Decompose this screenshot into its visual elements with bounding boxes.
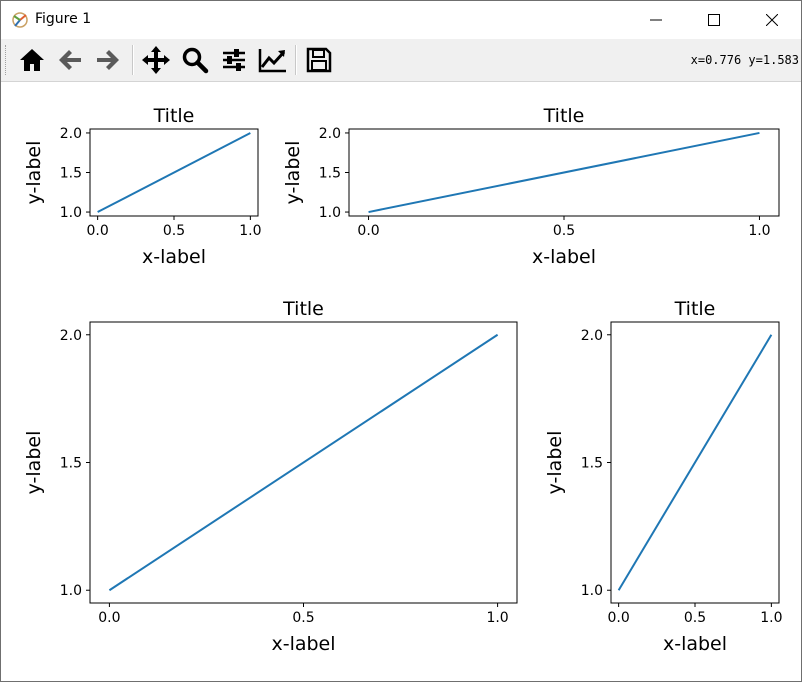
y-tick-label: 1.5	[319, 166, 341, 182]
y-tick-label: 1.0	[319, 205, 341, 221]
pan-button[interactable]	[139, 43, 173, 77]
figure-canvas[interactable]: 0.0 0.5 1.0 1.0 1.5 2.0 Title x-label y-label 0.0…	[1, 82, 801, 681]
maximize-button[interactable]	[685, 1, 743, 39]
home-button[interactable]	[15, 43, 49, 77]
y-tick-label: 1.5	[60, 456, 82, 472]
x-axis-label: x-label	[663, 633, 727, 655]
toolbar-grip	[5, 45, 9, 75]
x-tick-label: 0.0	[608, 610, 630, 626]
y-tick-label: 2.0	[581, 328, 603, 344]
axes-title: Title	[674, 298, 716, 320]
x-tick-label: 0.5	[292, 610, 314, 626]
matplotlib-logo-icon	[12, 12, 28, 28]
y-axis-label: y-label	[23, 431, 45, 495]
axes-title: Title	[282, 298, 324, 320]
y-axis-label: y-label	[544, 431, 566, 495]
back-button[interactable]	[53, 43, 87, 77]
navigation-toolbar: x=0.776 y=1.583	[1, 39, 801, 82]
home-icon	[20, 49, 44, 71]
close-button[interactable]	[743, 1, 801, 39]
title-bar[interactable]: Figure 1	[1, 1, 801, 39]
y-tick-label: 2.0	[60, 126, 82, 142]
x-tick-label: 0.0	[87, 223, 109, 239]
arrow-left-icon	[59, 50, 81, 70]
window-title: Figure 1	[35, 11, 92, 27]
y-tick-label: 1.0	[60, 583, 82, 599]
edit-axis-button[interactable]	[256, 43, 290, 77]
forward-button[interactable]	[91, 43, 125, 77]
x-tick-label: 1.0	[760, 610, 782, 626]
y-tick-label: 1.5	[581, 456, 603, 472]
figure-window: Figure 1 x=0.776 y=1.583 0.0 0.5 1.0 1.0…	[0, 0, 802, 682]
y-tick-label: 2.0	[319, 126, 341, 142]
y-tick-label: 1.0	[60, 205, 82, 221]
x-tick-label: 0.5	[163, 223, 185, 239]
figure-plot[interactable]: 0.0 0.5 1.0 1.0 1.5 2.0 Title x-label y-label 0.0…	[1, 82, 801, 681]
x-tick-label: 0.0	[98, 610, 120, 626]
toolbar-separator	[295, 45, 297, 75]
x-tick-label: 0.5	[684, 610, 706, 626]
x-tick-label: 1.0	[748, 223, 770, 239]
y-tick-label: 1.0	[581, 583, 603, 599]
x-tick-label: 1.0	[486, 610, 508, 626]
close-icon	[766, 14, 778, 26]
x-tick-label: 0.0	[357, 223, 379, 239]
x-axis-label: x-label	[142, 246, 206, 268]
axes-title: Title	[543, 105, 585, 127]
x-tick-label: 1.0	[239, 223, 261, 239]
arrow-right-icon	[97, 50, 119, 70]
axes-title: Title	[153, 105, 195, 127]
toolbar-separator	[132, 45, 134, 75]
line-chart-icon	[258, 49, 286, 73]
maximize-icon	[708, 14, 720, 26]
x-axis-label: x-label	[271, 633, 335, 655]
configure-subplots-button[interactable]	[217, 43, 251, 77]
zoom-button[interactable]	[178, 43, 212, 77]
y-axis-label: y-label	[282, 141, 304, 205]
save-button[interactable]	[302, 43, 336, 77]
y-tick-label: 1.5	[60, 166, 82, 182]
floppy-disk-icon	[306, 47, 332, 73]
x-tick-label: 0.5	[553, 223, 575, 239]
magnifier-icon	[182, 47, 209, 74]
x-axis-label: x-label	[532, 246, 596, 268]
y-axis-label: y-label	[23, 141, 45, 205]
y-tick-label: 2.0	[60, 328, 82, 344]
minimize-icon	[650, 19, 662, 21]
cursor-coordinates: x=0.776 y=1.583	[690, 53, 799, 67]
move-icon	[142, 46, 170, 74]
sliders-icon	[223, 49, 245, 71]
minimize-button[interactable]	[627, 1, 685, 39]
